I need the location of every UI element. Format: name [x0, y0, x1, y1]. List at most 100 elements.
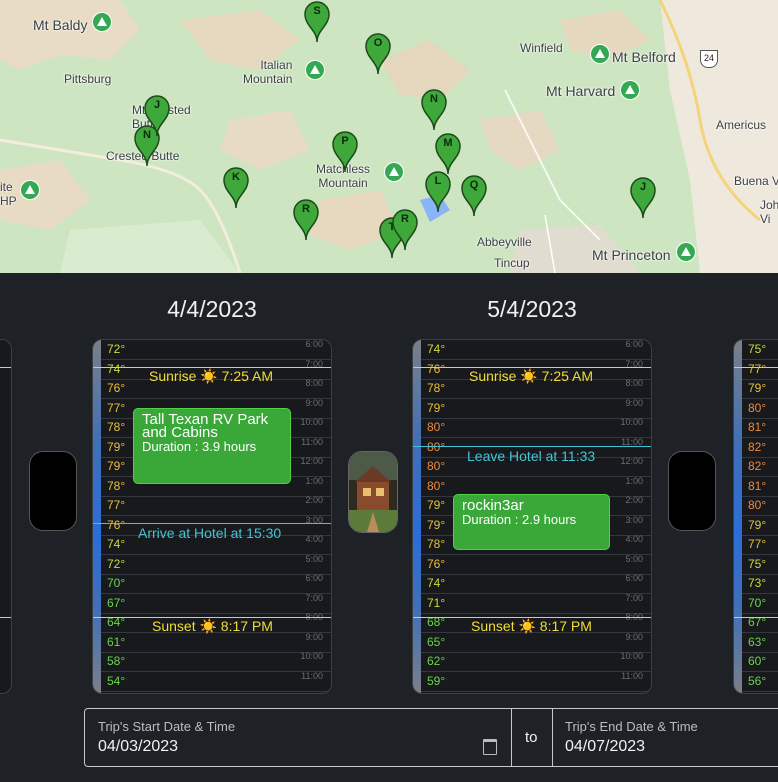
- hour-label: 6:00: [625, 573, 643, 583]
- hotel-line: [413, 446, 651, 447]
- hour-row: [421, 555, 651, 575]
- hour-label: 10:00: [620, 417, 643, 427]
- scroll-handle-right[interactable]: [668, 451, 716, 531]
- hotel-line: [93, 523, 331, 524]
- to-label: to: [525, 729, 538, 746]
- map-pin[interactable]: J: [141, 94, 173, 138]
- sunset-label: Sunset ☀️ 8:17 PM: [471, 618, 592, 634]
- hour-label: 5:00: [305, 553, 323, 564]
- temperature-label: 70°: [748, 595, 767, 610]
- start-date-input[interactable]: 04/03/2023: [98, 738, 178, 756]
- map-pin[interactable]: O: [362, 32, 394, 76]
- temperature-label: 77°: [748, 537, 767, 551]
- map-label: Italian Mountain: [243, 58, 293, 86]
- scroll-handle-left[interactable]: [29, 451, 77, 531]
- map-label: Mt Princeton: [592, 247, 671, 263]
- temperature-label: 80°: [748, 498, 767, 512]
- start-date-label: Trip's Start Date & Time: [98, 719, 236, 734]
- day-date-heading: 5/4/2023: [487, 296, 577, 322]
- temperature-label: 63°: [748, 634, 767, 649]
- map-label: Abbeyville: [477, 235, 532, 249]
- map-label: ite HP: [0, 180, 17, 208]
- temperature-label: 74°: [107, 537, 126, 551]
- schedule-panel: 4/4/2023 72° 74° 76° 77° 78° 79° 79° 78° 77° 76° 7…: [0, 273, 778, 782]
- sunset-label: Sunset ☀️ 8:17 PM: [152, 618, 273, 634]
- sunset-line: [734, 617, 778, 618]
- day-card-previous[interactable]: [0, 339, 12, 694]
- map-pin[interactable]: S: [301, 0, 333, 44]
- temperature-label: 55°: [427, 691, 445, 693]
- hour-row: [421, 399, 651, 419]
- mountain-peak-icon: [620, 80, 640, 100]
- map-pin[interactable]: N: [418, 88, 450, 132]
- temperature-label: 61°: [107, 634, 126, 649]
- mountain-peak-icon: [384, 162, 404, 182]
- hour-row: [421, 652, 651, 672]
- day-card[interactable]: 72° 74° 76° 77° 78° 79° 79° 78° 77° 76° 74° 72° 70° 6…: [92, 339, 332, 694]
- event-duration: Duration : 2.9 hours: [462, 512, 577, 527]
- map-pin[interactable]: Q: [458, 174, 490, 218]
- hour-label: 10:00: [300, 417, 323, 427]
- hour-row: [101, 340, 331, 360]
- temperature-label: 78°: [427, 381, 446, 395]
- event-title: Tall Texan RV Park and Cabins: [142, 411, 269, 441]
- temperature-label: 79°: [427, 400, 446, 415]
- temperature-label: 74°: [107, 361, 126, 376]
- hour-row: [421, 672, 651, 692]
- map-pin[interactable]: J: [627, 176, 659, 220]
- temperature-label: 65°: [427, 634, 446, 649]
- map-pin[interactable]: R: [389, 208, 421, 252]
- hour-label: 6:00: [625, 339, 643, 349]
- temperature-label: 60°: [748, 654, 767, 668]
- sunrise-label: Sunrise ☀️ 7:25 AM: [469, 368, 594, 384]
- calendar-icon[interactable]: [483, 739, 497, 755]
- temperature-label: 78°: [107, 478, 126, 493]
- map-label: Mt Baldy: [33, 17, 88, 33]
- temperature-label: 54°: [107, 673, 126, 688]
- hour-label: 11:00: [301, 436, 323, 447]
- temperature-label: 68°: [427, 615, 446, 629]
- day-card[interactable]: 74° 76° 78° 79° 80° 80° 80° 80° 79° 79° 78° 76° 74° 7…: [412, 339, 652, 694]
- temperature-label: 72°: [107, 342, 126, 356]
- hour-label: 6:00: [305, 573, 323, 583]
- temperature-label: 59°: [427, 673, 446, 688]
- hour-label: 1:00: [305, 475, 323, 486]
- map-pin[interactable]: K: [220, 166, 252, 210]
- map-view[interactable]: Mt Baldy Pittsburg Italian Mountain Winf…: [0, 0, 778, 273]
- temperature-label: 71°: [427, 595, 446, 610]
- temperature-label: 72°: [107, 556, 126, 571]
- hour-label: 9:00: [305, 397, 323, 408]
- temperature-label: 79°: [107, 439, 126, 454]
- day-date-heading: 4/4/2023: [167, 296, 257, 322]
- map-pin[interactable]: P: [329, 130, 361, 174]
- hour-label: 9:00: [305, 631, 323, 642]
- hotel-label: Leave Hotel at 11:33: [467, 448, 596, 464]
- map-pin[interactable]: L: [422, 170, 454, 214]
- hotel-thumbnail[interactable]: [348, 451, 398, 533]
- day-card-next[interactable]: 75° 77° 79° 80° 81° 82° 82° 81° 80° 79° 77° 75° 73° 7…: [733, 339, 778, 694]
- temperature-label: 78°: [427, 537, 446, 551]
- temperature-label: 80°: [748, 400, 767, 415]
- end-date-input[interactable]: 04/07/2023: [565, 738, 645, 756]
- temperature-label: 78°: [107, 420, 126, 434]
- temperature-label: 70°: [107, 576, 126, 590]
- sunrise-label: Sunrise ☀️ 7:25 AM: [149, 368, 274, 384]
- hour-label: 9:00: [625, 397, 643, 408]
- temperature-label: 81°: [748, 420, 767, 434]
- mountain-peak-icon: [92, 12, 112, 32]
- temperature-label: 75°: [748, 342, 767, 356]
- hour-row: [421, 691, 651, 693]
- temperature-label: 79°: [748, 517, 767, 532]
- hour-row: [101, 574, 331, 594]
- hour-label: 4:00: [305, 534, 323, 544]
- mountain-peak-icon: [20, 180, 40, 200]
- temperature-label: 56°: [748, 673, 767, 688]
- map-label: Joh Vi: [760, 198, 778, 226]
- temperature-label: 77°: [107, 498, 126, 512]
- event-block[interactable]: rockin3ar Duration : 2.9 hours: [453, 494, 610, 550]
- map-pin[interactable]: R: [290, 198, 322, 242]
- hour-label: 2:00: [625, 495, 643, 505]
- temperature-gradient-bar: [93, 340, 101, 693]
- hour-label: 7:00: [305, 592, 323, 603]
- event-block[interactable]: Tall Texan RV Park and Cabins Duration : …: [133, 408, 291, 484]
